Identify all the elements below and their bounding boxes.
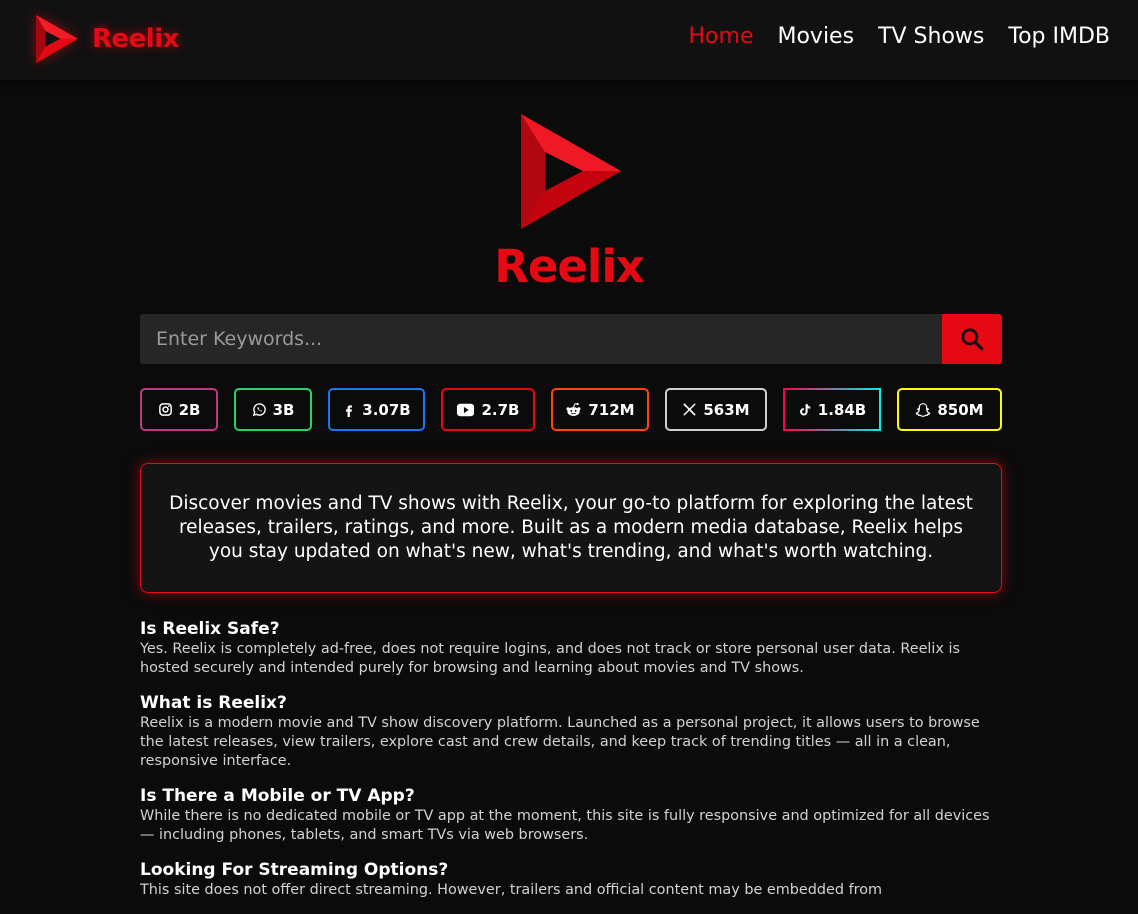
social-badge-instagram[interactable]: 2B bbox=[140, 388, 218, 431]
whatsapp-icon bbox=[252, 402, 267, 417]
social-count-facebook: 3.07B bbox=[362, 401, 410, 419]
nav-link-home[interactable]: Home bbox=[689, 24, 754, 49]
social-stats-row: 2B 3B 3.07B 2.7B 712M 563M 1.84B 850M bbox=[140, 388, 1002, 432]
snapchat-icon bbox=[915, 402, 931, 418]
faq-answer: While there is no dedicated mobile or TV… bbox=[140, 807, 1002, 845]
faq-question: Is Reelix Safe? bbox=[140, 618, 1002, 640]
faq-question: Is There a Mobile or TV App? bbox=[140, 785, 1002, 807]
social-count-reddit: 712M bbox=[588, 401, 634, 419]
intro-box: Discover movies and TV shows with Reelix… bbox=[140, 463, 1002, 593]
faq-section: Is Reelix Safe? Yes. Reelix is completel… bbox=[140, 618, 1002, 914]
facebook-icon bbox=[342, 402, 356, 418]
instagram-icon bbox=[158, 402, 173, 417]
social-count-youtube: 2.7B bbox=[481, 401, 519, 419]
x-icon bbox=[682, 402, 697, 417]
nav-links: Home Movies TV Shows Top IMDB bbox=[665, 24, 1110, 49]
social-count-tiktok: 1.84B bbox=[818, 401, 866, 419]
social-badge-tiktok[interactable]: 1.84B bbox=[783, 388, 881, 431]
nav-link-top-imdb[interactable]: Top IMDB bbox=[1008, 24, 1110, 49]
social-badge-snapchat[interactable]: 850M bbox=[897, 388, 1002, 431]
faq-item: Looking For Streaming Options? This site… bbox=[140, 859, 1002, 900]
social-badge-reddit[interactable]: 712M bbox=[551, 388, 649, 431]
hero-logo bbox=[521, 114, 621, 233]
nav-link-movies[interactable]: Movies bbox=[777, 24, 854, 49]
hero-title: Reelix bbox=[0, 240, 1138, 293]
search-bar bbox=[140, 314, 1002, 364]
reddit-icon bbox=[565, 402, 582, 417]
social-badge-youtube[interactable]: 2.7B bbox=[441, 388, 535, 431]
search-input[interactable] bbox=[140, 314, 942, 364]
social-count-x: 563M bbox=[703, 401, 749, 419]
social-count-whatsapp: 3B bbox=[273, 401, 295, 419]
navbar: Reelix Home Movies TV Shows Top IMDB bbox=[0, 0, 1138, 80]
social-badge-facebook[interactable]: 3.07B bbox=[328, 388, 425, 431]
social-count-snapchat: 850M bbox=[937, 401, 983, 419]
faq-question: Looking For Streaming Options? bbox=[140, 859, 1002, 881]
nav-link-tv-shows[interactable]: TV Shows bbox=[878, 24, 984, 49]
intro-text: Discover movies and TV shows with Reelix… bbox=[163, 492, 979, 564]
search-button[interactable] bbox=[942, 314, 1002, 364]
search-icon bbox=[959, 326, 985, 352]
reelix-logo-icon bbox=[36, 15, 78, 63]
nav-brand-name: Reelix bbox=[92, 24, 179, 54]
faq-item: What is Reelix? Reelix is a modern movie… bbox=[140, 692, 1002, 771]
tiktok-icon bbox=[798, 402, 812, 418]
faq-item: Is There a Mobile or TV App? While there… bbox=[140, 785, 1002, 845]
youtube-icon bbox=[456, 403, 475, 417]
faq-question: What is Reelix? bbox=[140, 692, 1002, 714]
faq-answer: Reelix is a modern movie and TV show dis… bbox=[140, 714, 1002, 771]
reelix-hero-logo-icon bbox=[521, 114, 621, 229]
faq-item: Is Reelix Safe? Yes. Reelix is completel… bbox=[140, 618, 1002, 678]
social-badge-x[interactable]: 563M bbox=[665, 388, 767, 431]
nav-logo-link[interactable]: Reelix bbox=[36, 15, 179, 63]
social-badge-whatsapp[interactable]: 3B bbox=[234, 388, 312, 431]
faq-answer: Yes. Reelix is completely ad-free, does … bbox=[140, 640, 1002, 678]
faq-answer: This site does not offer direct streamin… bbox=[140, 881, 1002, 900]
social-count-instagram: 2B bbox=[179, 401, 201, 419]
